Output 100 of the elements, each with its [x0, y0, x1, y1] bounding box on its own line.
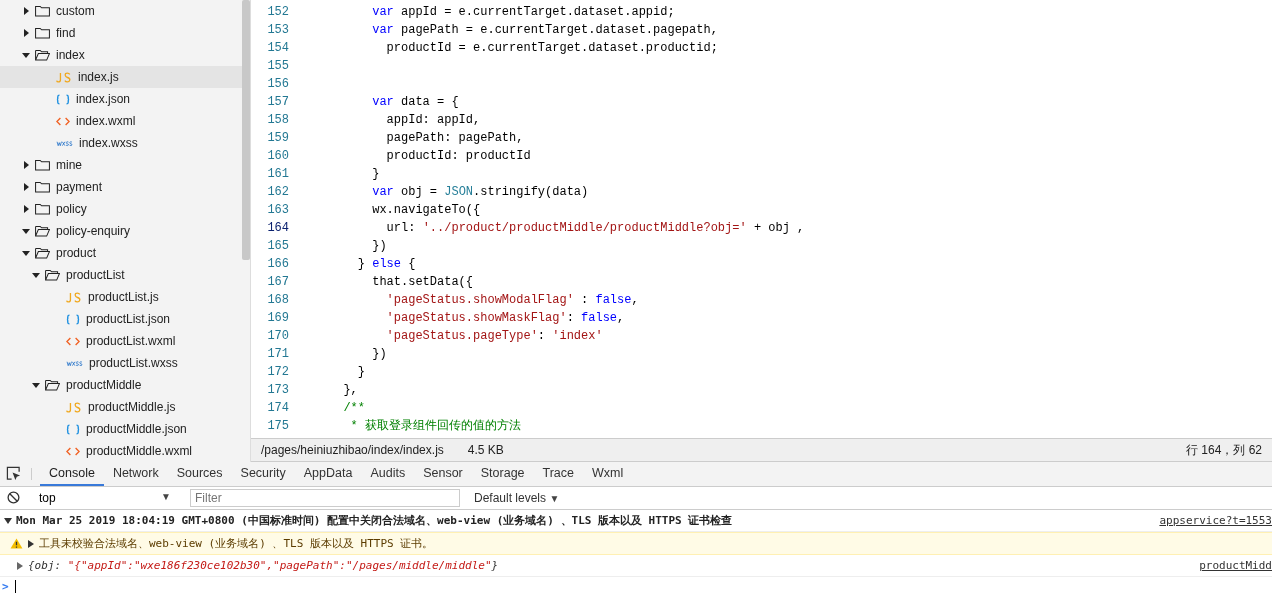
expanded-caret-icon[interactable] [4, 516, 12, 525]
file-tree-item[interactable]: productMiddle.json [0, 418, 242, 440]
folder-name: policy-enquiry [56, 224, 131, 238]
inspect-element-icon[interactable] [6, 466, 21, 482]
devtools-tab[interactable]: Sensor [414, 462, 472, 486]
collapsed-caret-icon[interactable] [27, 539, 35, 548]
expanded-caret-icon[interactable] [22, 249, 30, 257]
folder-icon [45, 269, 60, 281]
file-tree-item[interactable]: custom [0, 0, 242, 22]
file-size: 4.5 KB [467, 443, 504, 457]
file-tree-item[interactable]: index.wxss [0, 132, 242, 154]
logged-object[interactable]: {obj: "{"appId":"wxe186f230ce102b30","pagePath":"/pages/middle/middle"} [28, 559, 499, 572]
expanded-caret-icon[interactable] [22, 227, 30, 235]
file-tree-item[interactable]: index [0, 44, 242, 66]
line-number: 153 [266, 22, 289, 39]
console-prompt: > [2, 579, 9, 593]
devtools-tab[interactable]: Security [231, 462, 295, 486]
devtools-tab[interactable]: AppData [294, 462, 362, 486]
line-number: 169 [266, 310, 289, 327]
context-select[interactable]: top ▼ [39, 490, 175, 505]
line-number: 162 [266, 184, 289, 201]
collapsed-caret-icon[interactable] [22, 205, 30, 213]
source-link[interactable]: appservice?t=1553 [1159, 514, 1272, 527]
warning-icon [10, 538, 23, 549]
console-group-title: Mon Mar 25 2019 18:04:19 GMT+0800 (中国标准时间) 配置中关闭合法域名、web-view (业务域名) 、TLS 版本以及 HTTPS 证书检查 [16, 513, 733, 528]
file-tree-item[interactable]: productList.json [0, 308, 242, 330]
file-tree-item[interactable]: productList [0, 264, 242, 286]
file-tree-item[interactable]: payment [0, 176, 242, 198]
line-number: 170 [266, 328, 289, 345]
line-number: 152 [266, 4, 289, 21]
file-tree-item[interactable]: mine [0, 154, 242, 176]
file-name: index.json [76, 92, 131, 106]
line-number: 160 [266, 148, 289, 165]
collapsed-caret-icon[interactable] [22, 161, 30, 169]
folder-icon [35, 5, 50, 17]
file-tree-item[interactable]: policy [0, 198, 242, 220]
folder-name: mine [56, 158, 82, 172]
line-number: 172 [266, 364, 289, 381]
code-line: }) [371, 238, 387, 255]
file-tree-item[interactable]: productMiddle.js [0, 396, 242, 418]
code-line: 'pageStatus.pageType': 'index' [385, 328, 603, 345]
code-line: var pagePath = e.currentTarget.dataset.pagepath, [371, 22, 718, 39]
devtools-tab[interactable]: Trace [533, 462, 584, 486]
file-tree-item[interactable]: policy-enquiry [0, 220, 242, 242]
folder-icon [35, 159, 50, 171]
file-tree-item[interactable]: productList.wxss [0, 352, 242, 374]
expanded-caret-icon[interactable] [22, 51, 30, 59]
file-tree-item[interactable]: index.js [0, 66, 242, 88]
file-name: productList.wxml [86, 334, 176, 348]
file-tree-item[interactable]: productList.js [0, 286, 242, 308]
devtools-tab[interactable]: Storage [471, 462, 534, 486]
devtools-tab[interactable]: Console [40, 462, 104, 486]
line-number: 161 [266, 166, 289, 183]
collapsed-caret-icon[interactable] [22, 183, 30, 191]
file-name: productList.json [86, 312, 171, 326]
collapsed-caret-icon[interactable] [22, 29, 30, 37]
filter-input[interactable]: Filter [190, 488, 460, 507]
clear-console-icon[interactable] [7, 491, 20, 505]
folder-name: custom [56, 4, 95, 18]
log-levels-dropdown[interactable]: Default levels ▼ [468, 489, 566, 506]
file-tree-item[interactable]: productList.wxml [0, 330, 242, 352]
angle-brackets-icon [66, 446, 80, 456]
file-tree-item[interactable]: find [0, 22, 242, 44]
devtools-tab[interactable]: Sources [167, 462, 232, 486]
code-line: productId = e.currentTarget.dataset.productid; [385, 40, 718, 57]
devtools-tab[interactable]: Audits [361, 462, 415, 486]
code-line: productId: productId [385, 148, 531, 165]
line-number: 167 [266, 274, 289, 291]
scrollbar[interactable] [242, 0, 250, 260]
expanded-caret-icon[interactable] [32, 381, 40, 389]
folder-icon [35, 203, 50, 215]
file-name: index.js [78, 70, 119, 84]
line-number: 154 [266, 40, 289, 57]
line-number: 164 [266, 220, 289, 237]
devtools-tab[interactable]: Wxml [583, 462, 633, 486]
code-line: } else { [356, 256, 416, 273]
collapsed-caret-icon[interactable] [22, 7, 30, 15]
line-number: 174 [266, 400, 289, 417]
code-line: var data = { [371, 94, 459, 111]
source-link[interactable]: productMidd [1199, 559, 1272, 572]
folder-icon [35, 225, 50, 237]
file-name: productMiddle.js [88, 400, 176, 414]
devtools-tab[interactable]: Network [103, 462, 168, 486]
file-tree-item[interactable]: productMiddle.wxml [0, 440, 242, 462]
file-tree-item[interactable]: index.json [0, 88, 242, 110]
line-number: 166 [266, 256, 289, 273]
code-line: /** [342, 400, 365, 417]
file-tree-item[interactable]: productMiddle [0, 374, 242, 396]
file-tree-item[interactable]: product [0, 242, 242, 264]
folder-name: policy [56, 202, 87, 216]
code-line: that.setData({ [371, 274, 474, 291]
code-line: 'pageStatus.showMaskFlag': false, [385, 310, 625, 327]
folder-name: payment [56, 180, 103, 194]
code-line: url: '../product/productMiddle/productMiddle?obj=' + obj , [385, 220, 805, 237]
folder-name: product [56, 246, 97, 260]
braces-icon [66, 313, 80, 325]
expanded-caret-icon[interactable] [32, 271, 40, 279]
line-number: 158 [266, 112, 289, 129]
file-name: index.wxml [76, 114, 136, 128]
file-tree-item[interactable]: index.wxml [0, 110, 242, 132]
